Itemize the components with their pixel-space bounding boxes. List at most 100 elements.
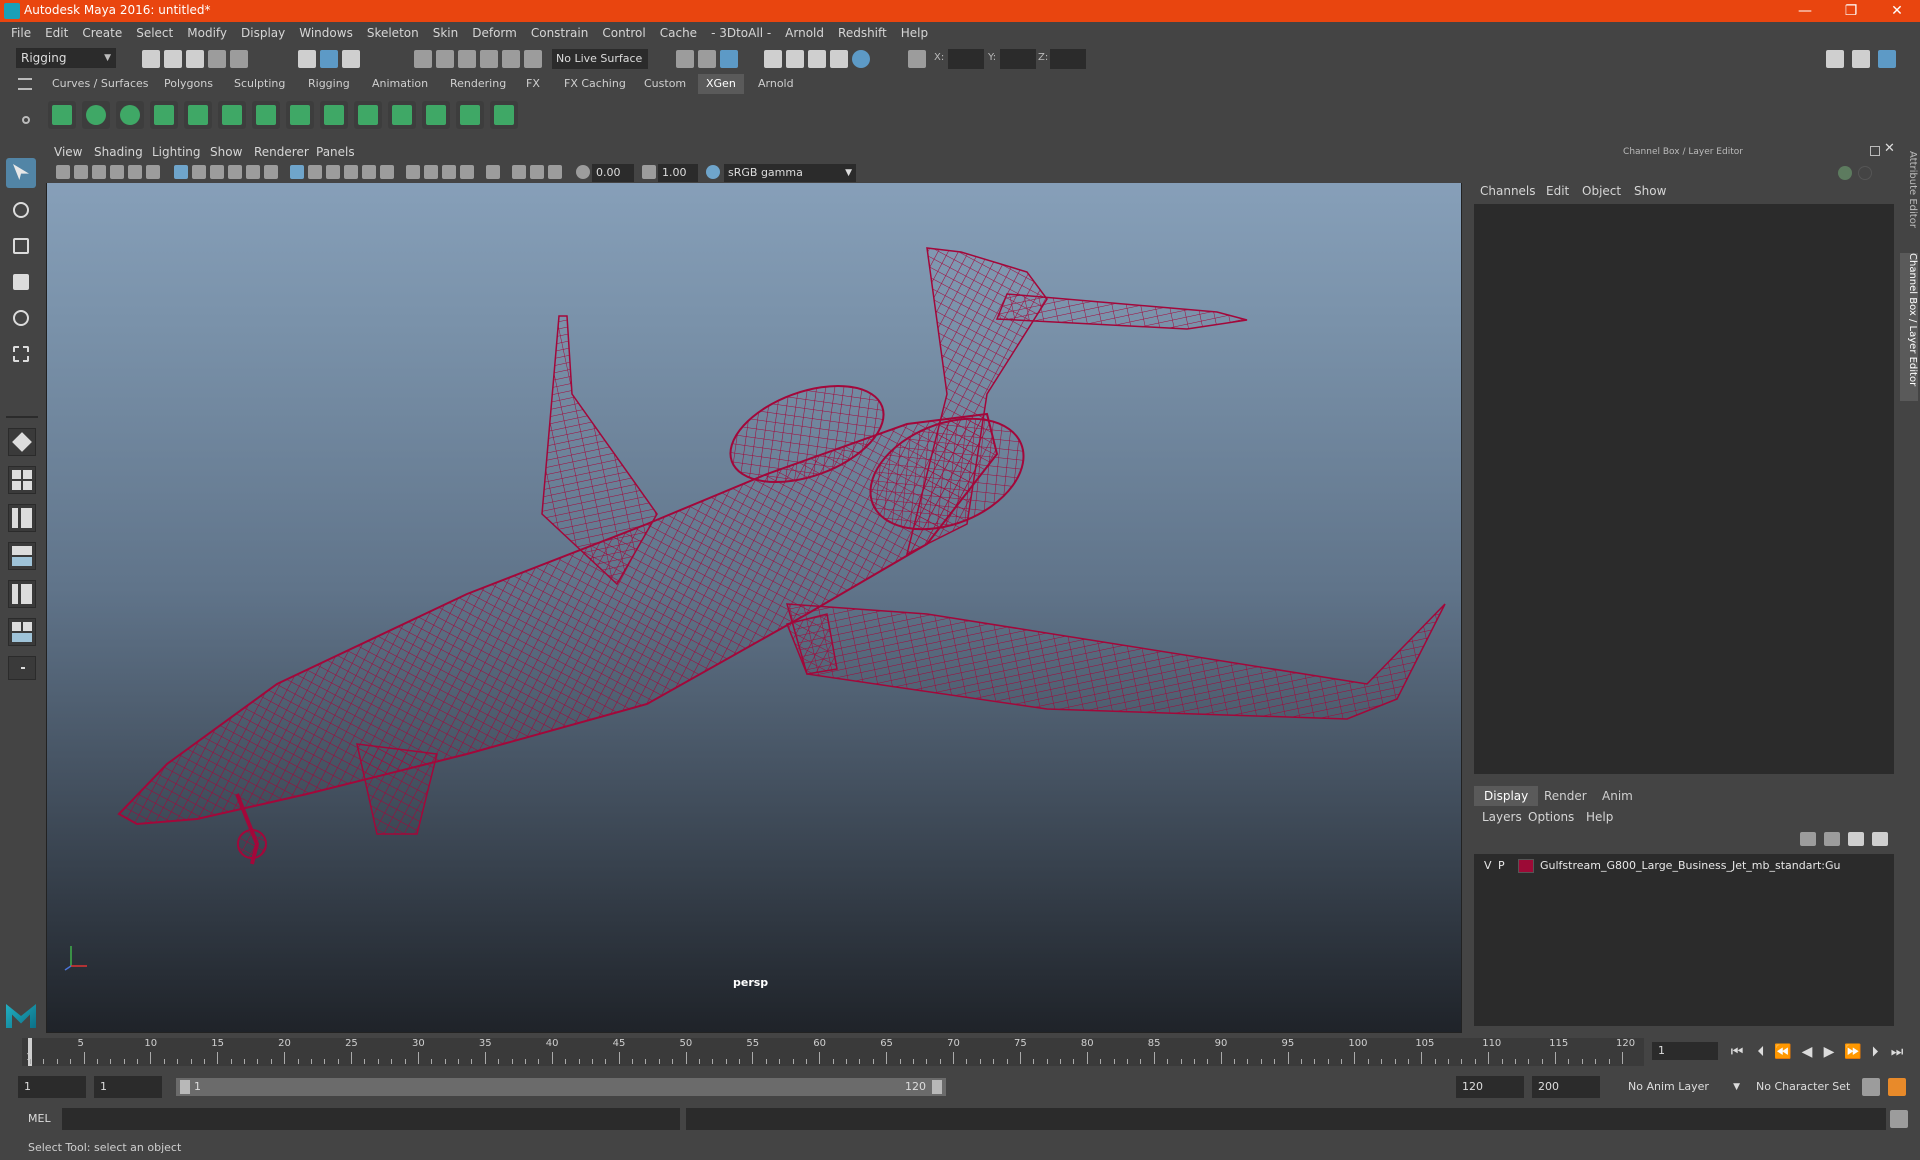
shelf-tab-xgen[interactable]: XGen	[698, 74, 744, 94]
snap-point-icon[interactable]	[458, 50, 476, 68]
command-language-label[interactable]: MEL	[28, 1112, 51, 1125]
custom-layout-icon[interactable]	[8, 656, 36, 680]
channelbox-layereditor-tab[interactable]: Channel Box / Layer Editor	[1900, 253, 1918, 401]
z-coord-field[interactable]	[1050, 49, 1086, 69]
snap-surface-icon[interactable]	[502, 50, 520, 68]
textured-icon[interactable]	[344, 165, 358, 179]
cb-menu-edit[interactable]: Edit	[1546, 184, 1569, 198]
new-scene-icon[interactable]	[142, 50, 160, 68]
new-empty-layer-icon[interactable]	[1848, 832, 1864, 846]
y-coord-field[interactable]	[1000, 49, 1036, 69]
script-editor-icon[interactable]	[1890, 1110, 1908, 1128]
xgen-editor-icon[interactable]	[48, 101, 76, 129]
outliner-persp-layout-icon[interactable]	[8, 504, 36, 532]
shelf-tab-arnold[interactable]: Arnold	[750, 74, 802, 94]
film-gate-icon[interactable]	[192, 165, 206, 179]
le-tab-display[interactable]: Display	[1474, 786, 1539, 806]
xgen-preview-icon[interactable]	[82, 101, 110, 129]
snap-view-icon[interactable]	[480, 50, 498, 68]
go-to-end-icon[interactable]: ⏭	[1888, 1044, 1906, 1060]
select-component-icon[interactable]	[342, 50, 360, 68]
menu-constrain[interactable]: Constrain	[524, 22, 596, 44]
menu-modify[interactable]: Modify	[180, 22, 234, 44]
xgen-guide-length-icon[interactable]	[320, 101, 348, 129]
menu-control[interactable]: Control	[595, 22, 652, 44]
xray-icon[interactable]	[512, 165, 526, 179]
grid-icon[interactable]	[174, 165, 188, 179]
attribute-editor-toggle-icon[interactable]	[1852, 50, 1870, 68]
modeling-toolkit-icon[interactable]	[1826, 50, 1844, 68]
playback-end-field[interactable]: 120	[1456, 1076, 1524, 1098]
smooth-shade-icon[interactable]	[308, 165, 322, 179]
rotate-tool-icon[interactable]	[6, 304, 36, 334]
viewport-persp[interactable]: persp	[46, 143, 1462, 1033]
image-plane-icon[interactable]	[110, 165, 124, 179]
xgen-cut-icon[interactable]	[456, 101, 484, 129]
le-menu-layers[interactable]: Layers	[1482, 810, 1522, 824]
range-slider-bar[interactable]: 1 120	[176, 1078, 946, 1096]
vp-menu-lighting[interactable]: Lighting	[152, 145, 201, 159]
snap-curve-icon[interactable]	[436, 50, 454, 68]
snap-grid-icon[interactable]	[414, 50, 432, 68]
menu-edit[interactable]: Edit	[38, 22, 75, 44]
shelf-tab-rigging[interactable]: Rigging	[300, 74, 358, 94]
menu-set-dropdown[interactable]: Rigging ▼	[16, 48, 116, 68]
xgen-rebuild-icon[interactable]	[388, 101, 416, 129]
close-button[interactable]: ✕	[1874, 0, 1920, 22]
layer-color-swatch[interactable]	[1518, 859, 1534, 873]
menu-cache[interactable]: Cache	[653, 22, 704, 44]
attribute-editor-tab[interactable]: Attribute Editor	[1900, 151, 1918, 243]
menu-file[interactable]: File	[4, 22, 38, 44]
maximize-button[interactable]: ❐	[1828, 0, 1874, 22]
key-settings-icon[interactable]	[1862, 1078, 1880, 1096]
move-layer-down-icon[interactable]	[1824, 832, 1840, 846]
layer-row[interactable]: V P Gulfstream_G800_Large_Business_Jet_m…	[1478, 856, 1888, 876]
live-surface-field[interactable]: No Live Surface	[552, 49, 648, 69]
shelf-tab-animation[interactable]: Animation	[364, 74, 436, 94]
redo-icon[interactable]	[230, 50, 248, 68]
menu-windows[interactable]: Windows	[292, 22, 360, 44]
resolution-gate-icon[interactable]	[210, 165, 224, 179]
construction-history-icon[interactable]	[720, 50, 738, 68]
le-tab-render[interactable]: Render	[1534, 786, 1597, 806]
x-coord-field[interactable]	[948, 49, 984, 69]
depth-of-field-icon[interactable]	[460, 165, 474, 179]
menu-skin[interactable]: Skin	[426, 22, 466, 44]
xgen-add-guide-icon[interactable]	[184, 101, 212, 129]
vp-menu-view[interactable]: View	[54, 145, 82, 159]
shelf-tab-polygons[interactable]: Polygons	[156, 74, 221, 94]
menu-arnold[interactable]: Arnold	[778, 22, 831, 44]
vp-menu-show[interactable]: Show	[210, 145, 242, 159]
xgen-lock-guide-icon[interactable]	[286, 101, 314, 129]
render-settings-icon[interactable]	[830, 50, 848, 68]
magnet-icon[interactable]	[524, 50, 542, 68]
shelf-tab-rendering[interactable]: Rendering	[442, 74, 514, 94]
menu-create[interactable]: Create	[75, 22, 129, 44]
select-camera-icon[interactable]	[56, 165, 70, 179]
cb-menu-object[interactable]: Object	[1582, 184, 1621, 198]
select-hierarchy-icon[interactable]	[298, 50, 316, 68]
exposure-icon[interactable]	[576, 165, 590, 179]
camera-attributes-icon[interactable]	[74, 165, 88, 179]
render-frame-icon[interactable]	[786, 50, 804, 68]
outliner-persp-graph-layout-icon[interactable]	[8, 580, 36, 608]
gate-mask-icon[interactable]	[228, 165, 242, 179]
le-menu-options[interactable]: Options	[1528, 810, 1574, 824]
vp-menu-renderer[interactable]: Renderer	[254, 145, 309, 159]
menu-help[interactable]: Help	[894, 22, 935, 44]
safe-action-icon[interactable]	[264, 165, 278, 179]
2d-pan-zoom-icon[interactable]	[128, 165, 142, 179]
layer-visibility-toggle[interactable]: V	[1484, 859, 1492, 872]
grease-pencil-icon[interactable]	[146, 165, 160, 179]
range-end-handle[interactable]	[932, 1080, 942, 1094]
channelbox-manip-icon[interactable]	[1858, 166, 1872, 180]
field-chart-icon[interactable]	[246, 165, 260, 179]
lasso-tool-icon[interactable]	[6, 196, 36, 226]
minimize-button[interactable]: —	[1782, 0, 1828, 22]
input-ops-icon[interactable]	[676, 50, 694, 68]
animation-start-field[interactable]: 1	[18, 1076, 86, 1098]
output-ops-icon[interactable]	[698, 50, 716, 68]
jet-wireframe[interactable]	[47, 144, 1463, 1034]
menu-skeleton[interactable]: Skeleton	[360, 22, 426, 44]
undo-icon[interactable]	[208, 50, 226, 68]
